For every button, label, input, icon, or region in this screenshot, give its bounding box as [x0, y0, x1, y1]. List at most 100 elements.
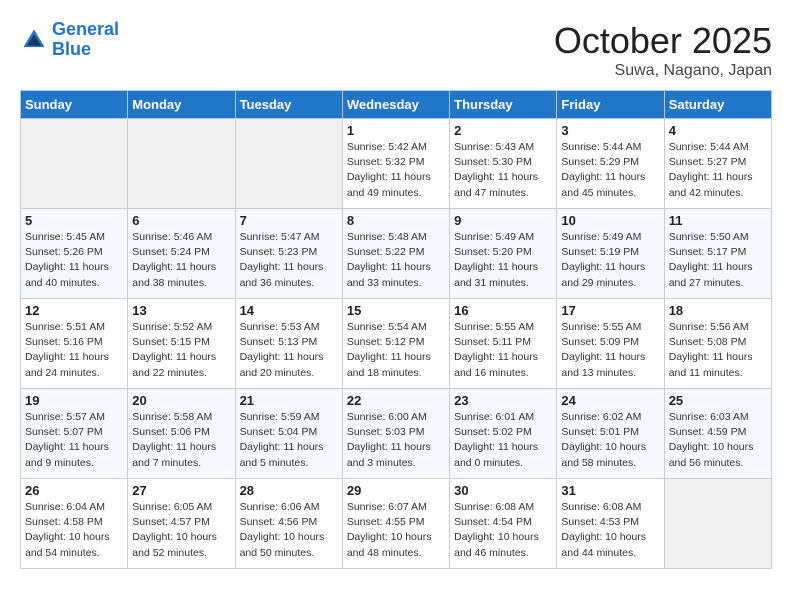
day-info: Sunrise: 6:01 AM Sunset: 5:02 PM Dayligh… — [454, 410, 552, 471]
logo-icon — [20, 26, 48, 54]
calendar-cell — [235, 119, 342, 209]
day-info: Sunrise: 6:07 AM Sunset: 4:55 PM Dayligh… — [347, 500, 445, 561]
calendar-cell: 29Sunrise: 6:07 AM Sunset: 4:55 PM Dayli… — [342, 479, 449, 569]
day-info: Sunrise: 5:58 AM Sunset: 5:06 PM Dayligh… — [132, 410, 230, 471]
day-number: 24 — [561, 393, 659, 408]
day-info: Sunrise: 5:45 AM Sunset: 5:26 PM Dayligh… — [25, 230, 123, 291]
day-number: 1 — [347, 123, 445, 138]
calendar-header-row: SundayMondayTuesdayWednesdayThursdayFrid… — [21, 91, 772, 119]
calendar-cell: 20 Sunrise: 5:58 AM Sunset: 5:06 PM Dayli… — [128, 389, 235, 479]
day-info: Sunrise: 5:49 AM Sunset: 5:20 PM Dayligh… — [454, 230, 552, 291]
calendar-header-monday: Monday — [128, 91, 235, 119]
day-info: Sunrise: 5:50 AM Sunset: 5:17 PM Dayligh… — [669, 230, 767, 291]
calendar-cell: 15 Sunrise: 5:54 AM Sunset: 5:12 PM Dayli… — [342, 299, 449, 389]
day-number: 18 — [669, 303, 767, 318]
day-info: Sunrise: 5:56 AM Sunset: 5:08 PM Dayligh… — [669, 320, 767, 381]
calendar-header-thursday: Thursday — [450, 91, 557, 119]
calendar-cell: 27Sunrise: 6:05 AM Sunset: 4:57 PM Dayli… — [128, 479, 235, 569]
day-number: 16 — [454, 303, 552, 318]
calendar-cell: 24 Sunrise: 6:02 AM Sunset: 5:01 PM Dayli… — [557, 389, 664, 479]
calendar-cell: 31Sunrise: 6:08 AM Sunset: 4:53 PM Dayli… — [557, 479, 664, 569]
day-number: 21 — [240, 393, 338, 408]
calendar-cell: 4Sunrise: 5:44 AM Sunset: 5:27 PM Daylig… — [664, 119, 771, 209]
day-info: Sunrise: 5:52 AM Sunset: 5:15 PM Dayligh… — [132, 320, 230, 381]
title-block: October 2025 Suwa, Nagano, Japan — [554, 20, 772, 80]
day-info: Sunrise: 5:59 AM Sunset: 5:04 PM Dayligh… — [240, 410, 338, 471]
day-number: 19 — [25, 393, 123, 408]
day-number: 13 — [132, 303, 230, 318]
calendar-cell: 21 Sunrise: 5:59 AM Sunset: 5:04 PM Dayli… — [235, 389, 342, 479]
day-info: Sunrise: 6:08 AM Sunset: 4:53 PM Dayligh… — [561, 500, 659, 561]
calendar-cell: 25 Sunrise: 6:03 AM Sunset: 4:59 PM Dayli… — [664, 389, 771, 479]
day-info: Sunrise: 5:46 AM Sunset: 5:24 PM Dayligh… — [132, 230, 230, 291]
calendar-week-5: 26 Sunrise: 6:04 AM Sunset: 4:58 PM Dayli… — [21, 479, 772, 569]
calendar-cell: 26 Sunrise: 6:04 AM Sunset: 4:58 PM Dayli… — [21, 479, 128, 569]
calendar-cell — [664, 479, 771, 569]
day-number: 30 — [454, 483, 552, 498]
calendar-week-1: 1 Sunrise: 5:42 AM Sunset: 5:32 PM Daylig… — [21, 119, 772, 209]
day-number: 28 — [240, 483, 338, 498]
day-number: 9 — [454, 213, 552, 228]
calendar-cell: 9 Sunrise: 5:49 AM Sunset: 5:20 PM Daylig… — [450, 209, 557, 299]
calendar-cell: 18 Sunrise: 5:56 AM Sunset: 5:08 PM Dayli… — [664, 299, 771, 389]
calendar-cell: 22Sunrise: 6:00 AM Sunset: 5:03 PM Dayli… — [342, 389, 449, 479]
day-info: Sunrise: 5:57 AM Sunset: 5:07 PM Dayligh… — [25, 410, 123, 471]
calendar-cell: 6 Sunrise: 5:46 AM Sunset: 5:24 PM Daylig… — [128, 209, 235, 299]
day-number: 27 — [132, 483, 230, 498]
day-number: 17 — [561, 303, 659, 318]
day-number: 26 — [25, 483, 123, 498]
day-number: 10 — [561, 213, 659, 228]
calendar-cell: 10Sunrise: 5:49 AM Sunset: 5:19 PM Dayli… — [557, 209, 664, 299]
day-number: 4 — [669, 123, 767, 138]
logo-general: General — [52, 19, 119, 39]
calendar-cell: 16 Sunrise: 5:55 AM Sunset: 5:11 PM Dayli… — [450, 299, 557, 389]
calendar-table: SundayMondayTuesdayWednesdayThursdayFrid… — [20, 90, 772, 569]
logo-blue: Blue — [52, 39, 91, 59]
day-info: Sunrise: 5:55 AM Sunset: 5:09 PM Dayligh… — [561, 320, 659, 381]
calendar-week-3: 12 Sunrise: 5:51 AM Sunset: 5:16 PM Dayli… — [21, 299, 772, 389]
calendar-cell: 12 Sunrise: 5:51 AM Sunset: 5:16 PM Dayli… — [21, 299, 128, 389]
day-info: Sunrise: 6:06 AM Sunset: 4:56 PM Dayligh… — [240, 500, 338, 561]
day-number: 6 — [132, 213, 230, 228]
calendar-header-saturday: Saturday — [664, 91, 771, 119]
calendar-cell: 17 Sunrise: 5:55 AM Sunset: 5:09 PM Dayli… — [557, 299, 664, 389]
calendar-cell: 14 Sunrise: 5:53 AM Sunset: 5:13 PM Dayli… — [235, 299, 342, 389]
day-info: Sunrise: 5:42 AM Sunset: 5:32 PM Dayligh… — [347, 140, 445, 201]
day-number: 15 — [347, 303, 445, 318]
calendar-cell: 13 Sunrise: 5:52 AM Sunset: 5:15 PM Dayli… — [128, 299, 235, 389]
day-info: Sunrise: 5:53 AM Sunset: 5:13 PM Dayligh… — [240, 320, 338, 381]
calendar-header-friday: Friday — [557, 91, 664, 119]
calendar-header-tuesday: Tuesday — [235, 91, 342, 119]
logo-text: General Blue — [52, 20, 119, 60]
day-number: 23 — [454, 393, 552, 408]
day-number: 5 — [25, 213, 123, 228]
calendar-cell — [128, 119, 235, 209]
calendar-cell: 11 Sunrise: 5:50 AM Sunset: 5:17 PM Dayli… — [664, 209, 771, 299]
day-info: Sunrise: 5:44 AM Sunset: 5:29 PM Dayligh… — [561, 140, 659, 201]
day-info: Sunrise: 6:03 AM Sunset: 4:59 PM Dayligh… — [669, 410, 767, 471]
calendar-cell: 1 Sunrise: 5:42 AM Sunset: 5:32 PM Daylig… — [342, 119, 449, 209]
day-info: Sunrise: 6:02 AM Sunset: 5:01 PM Dayligh… — [561, 410, 659, 471]
day-info: Sunrise: 5:55 AM Sunset: 5:11 PM Dayligh… — [454, 320, 552, 381]
day-info: Sunrise: 5:54 AM Sunset: 5:12 PM Dayligh… — [347, 320, 445, 381]
day-number: 14 — [240, 303, 338, 318]
day-number: 25 — [669, 393, 767, 408]
day-number: 20 — [132, 393, 230, 408]
day-number: 3 — [561, 123, 659, 138]
day-number: 8 — [347, 213, 445, 228]
day-info: Sunrise: 5:48 AM Sunset: 5:22 PM Dayligh… — [347, 230, 445, 291]
calendar-cell: 3 Sunrise: 5:44 AM Sunset: 5:29 PM Daylig… — [557, 119, 664, 209]
day-number: 11 — [669, 213, 767, 228]
day-info: Sunrise: 6:04 AM Sunset: 4:58 PM Dayligh… — [25, 500, 123, 561]
calendar-week-4: 19 Sunrise: 5:57 AM Sunset: 5:07 PM Dayli… — [21, 389, 772, 479]
day-number: 7 — [240, 213, 338, 228]
day-info: Sunrise: 5:51 AM Sunset: 5:16 PM Dayligh… — [25, 320, 123, 381]
calendar-cell: 19 Sunrise: 5:57 AM Sunset: 5:07 PM Dayli… — [21, 389, 128, 479]
day-info: Sunrise: 5:47 AM Sunset: 5:23 PM Dayligh… — [240, 230, 338, 291]
calendar-week-2: 5 Sunrise: 5:45 AM Sunset: 5:26 PM Daylig… — [21, 209, 772, 299]
day-info: Sunrise: 6:00 AM Sunset: 5:03 PM Dayligh… — [347, 410, 445, 471]
calendar-cell: 8 Sunrise: 5:48 AM Sunset: 5:22 PM Daylig… — [342, 209, 449, 299]
calendar-cell: 5 Sunrise: 5:45 AM Sunset: 5:26 PM Daylig… — [21, 209, 128, 299]
day-number: 12 — [25, 303, 123, 318]
day-info: Sunrise: 5:43 AM Sunset: 5:30 PM Dayligh… — [454, 140, 552, 201]
